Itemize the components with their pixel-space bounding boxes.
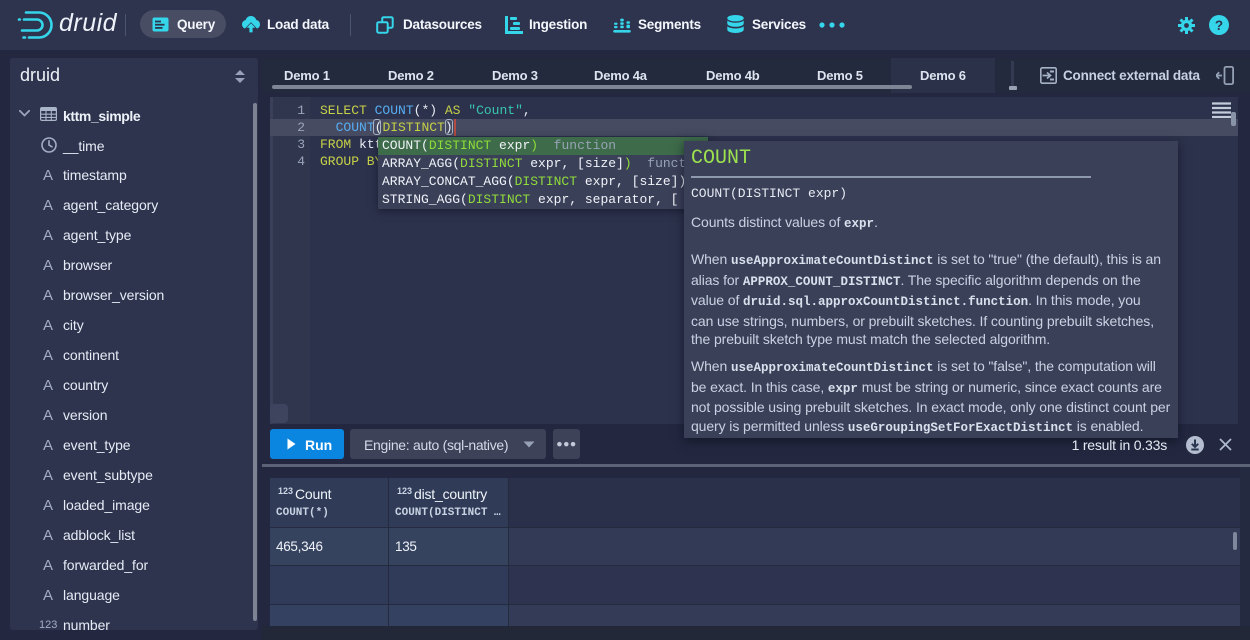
- svg-text:?: ?: [1215, 18, 1223, 33]
